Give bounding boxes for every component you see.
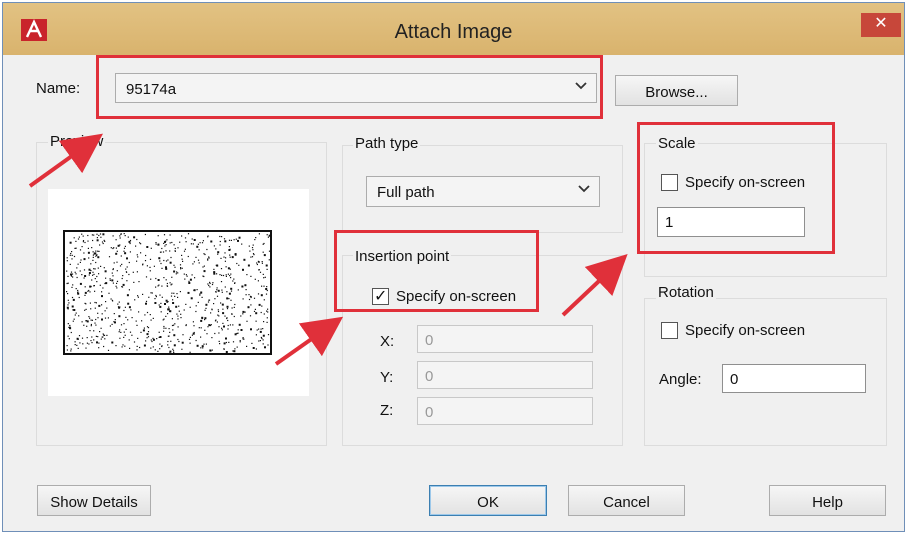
annotation-arrows [28,133,628,366]
arrow-to-preview [28,133,104,188]
arrow-to-scale [561,254,628,317]
arrow-to-insertion-point [274,316,344,366]
